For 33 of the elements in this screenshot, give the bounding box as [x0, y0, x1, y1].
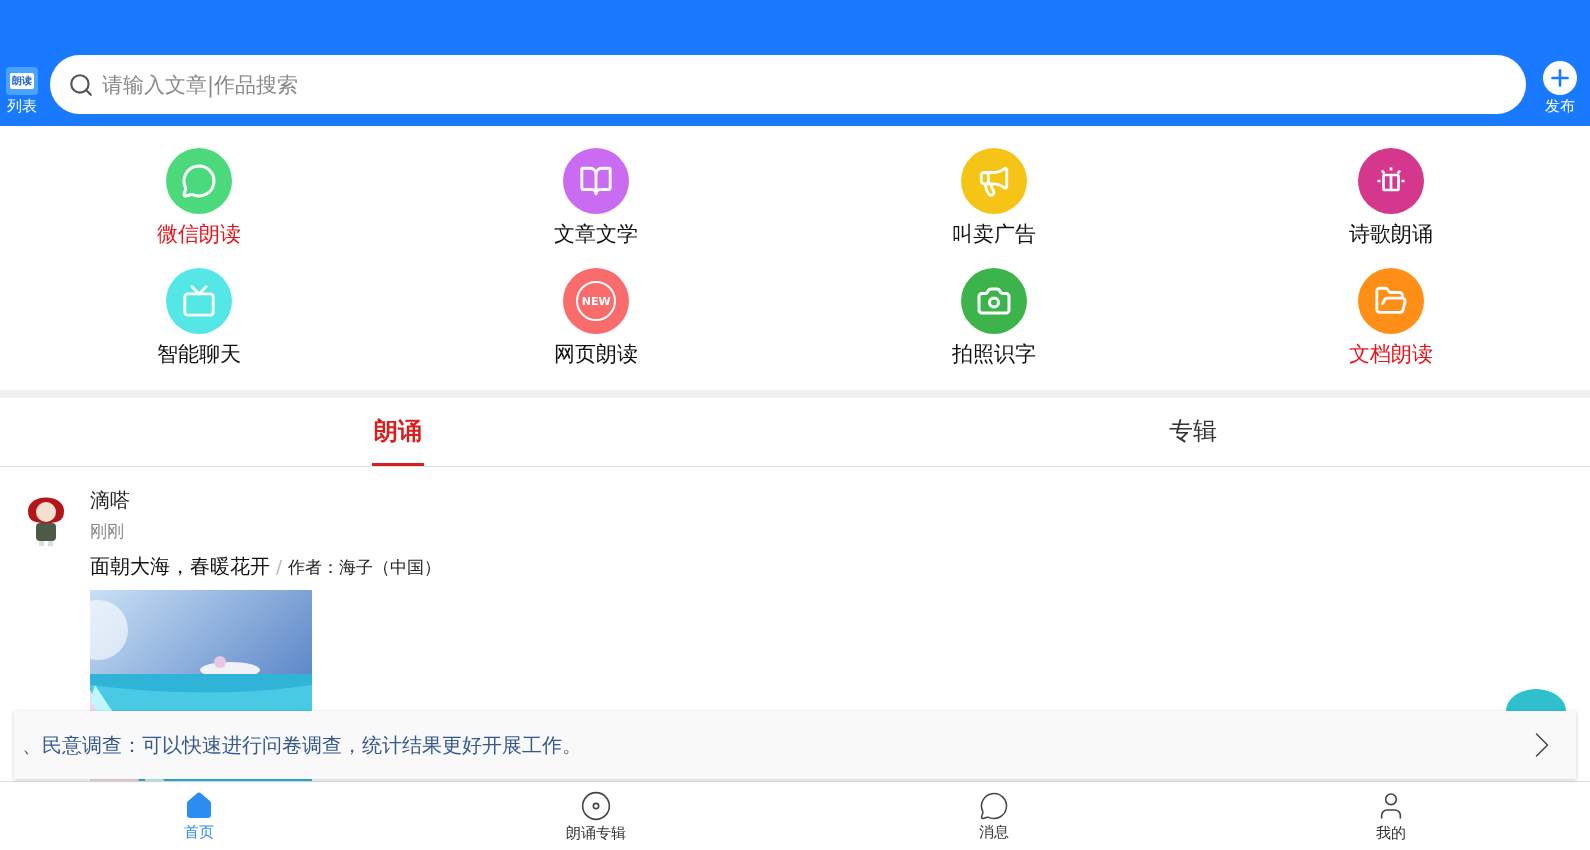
search-icon — [68, 71, 94, 98]
shortcut-item[interactable]: 文章文学 — [397, 148, 795, 248]
disc-icon — [580, 789, 613, 822]
search-bar[interactable]: 请输入文章|作品搜索 — [50, 55, 1526, 114]
shortcut-item[interactable]: NEW 网页朗读 — [397, 268, 795, 368]
shortcut-item[interactable]: 微信朗读 — [0, 148, 398, 248]
post-title[interactable]: 面朝大海，春暖花开 — [90, 553, 270, 580]
announcement-banner[interactable]: 、民意调查：可以快速进行问卷调查，统计结果更好开展工作。 — [14, 711, 1576, 779]
shortcut-item[interactable]: 智能聊天 — [0, 268, 398, 368]
author-name: 滴嗒 — [90, 487, 130, 514]
shortcut-item[interactable]: 文档朗读 — [1192, 268, 1590, 368]
post-time: 刚刚 — [90, 520, 124, 543]
separator-slash: / — [276, 556, 283, 577]
shortcut-item[interactable]: 拍照识字 — [795, 268, 1193, 368]
author-byline: 作者：海子（中国） — [288, 556, 442, 579]
shortcut-item[interactable]: 诗歌朗诵 — [1192, 148, 1590, 248]
tab[interactable]: 专辑 — [1166, 398, 1219, 466]
floating-action-button[interactable] — [1506, 689, 1566, 711]
new-badge-icon: NEW — [576, 281, 617, 321]
banner-text: 、民意调查：可以快速进行问卷调查，统计结果更好开展工作。 — [22, 731, 582, 759]
tab[interactable]: 朗诵 — [371, 398, 424, 466]
plus-icon — [1543, 61, 1577, 95]
nav-item[interactable]: 我的 — [1192, 782, 1590, 850]
list-button[interactable]: 朗读 列表 — [6, 67, 38, 116]
nav-item[interactable]: 朗诵专辑 — [397, 782, 795, 850]
tv-icon — [181, 284, 216, 318]
nav-item[interactable]: 首页 — [0, 782, 398, 850]
chat-icon — [978, 790, 1009, 821]
publish-button[interactable]: 发布 — [1538, 61, 1582, 116]
nav-item[interactable]: 消息 — [795, 782, 1193, 850]
shortcut-item[interactable]: 叫卖广告 — [795, 148, 1193, 248]
book-logo-icon: 朗读 — [6, 67, 38, 95]
book-icon — [579, 164, 614, 198]
